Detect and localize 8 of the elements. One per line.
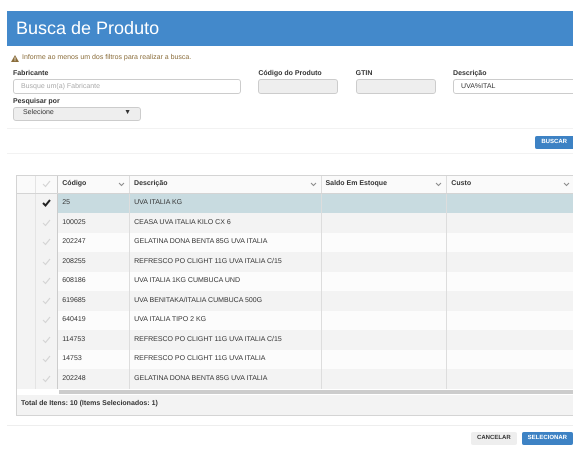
horizontal-scrollbar[interactable] [59,390,573,394]
chevron-down-icon[interactable] [118,182,126,186]
chevron-down-icon[interactable] [562,182,570,186]
chevron-down-icon[interactable] [310,182,317,186]
window-title: Busca de Produto [16,17,160,40]
chevron-down-icon[interactable] [435,182,442,186]
warning-icon [11,54,19,62]
checkmark-icon[interactable] [42,199,51,208]
